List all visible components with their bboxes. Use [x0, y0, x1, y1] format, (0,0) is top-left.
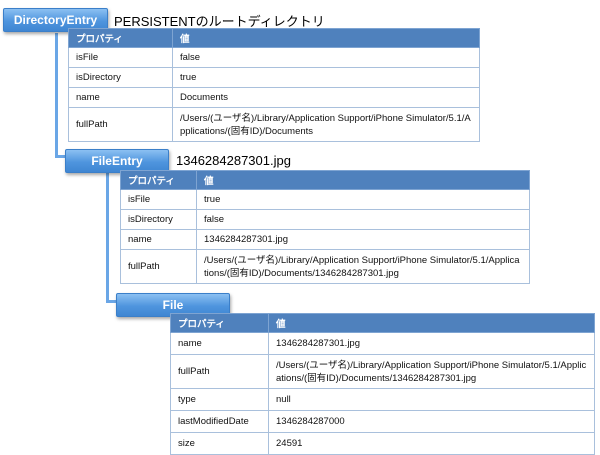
table-row: isFile true	[120, 189, 530, 210]
column-header-property: プロパティ	[68, 28, 173, 48]
column-header-value: 値	[172, 28, 480, 48]
property-value: true	[196, 189, 530, 210]
property-name: isFile	[68, 47, 173, 68]
property-name: type	[170, 388, 269, 411]
table-row: name 1346284287301.jpg	[120, 229, 530, 250]
property-value: 1346284287301.jpg	[268, 332, 595, 355]
property-name: size	[170, 432, 269, 455]
property-name: fullPath	[68, 107, 173, 142]
property-name: isFile	[120, 189, 197, 210]
connector-file-entry-to-file	[106, 171, 109, 303]
connector-directory-to-file-entry	[55, 33, 58, 158]
column-header-property: プロパティ	[120, 170, 197, 190]
column-header-value: 値	[196, 170, 530, 190]
table-row: isDirectory true	[68, 67, 480, 88]
column-header-property: プロパティ	[170, 313, 269, 333]
file-entry-table: プロパティ 値 isFile true isDirectory false na…	[120, 170, 530, 284]
property-name: name	[120, 229, 197, 250]
property-name: name	[68, 87, 173, 108]
property-value: 24591	[268, 432, 595, 455]
table-row: type null	[170, 388, 595, 411]
property-value: 1346284287301.jpg	[196, 229, 530, 250]
property-value: /Users/(ユーザ名)/Library/Application Suppor…	[172, 107, 480, 142]
table-row: isFile false	[68, 47, 480, 68]
property-value: Documents	[172, 87, 480, 108]
property-value: false	[196, 209, 530, 230]
file-entry-heading: 1346284287301.jpg	[176, 153, 291, 168]
property-value: /Users/(ユーザ名)/Library/Application Suppor…	[196, 249, 530, 284]
table-row: fullPath /Users/(ユーザ名)/Library/Applicati…	[120, 249, 530, 284]
directory-entry-table: プロパティ 値 isFile false isDirectory true na…	[68, 28, 480, 142]
file-table: プロパティ 値 name 1346284287301.jpg fullPath …	[170, 313, 595, 455]
column-header-value: 値	[268, 313, 595, 333]
property-name: name	[170, 332, 269, 355]
table-row: fullPath /Users/(ユーザ名)/Library/Applicati…	[68, 107, 480, 142]
property-value: false	[172, 47, 480, 68]
property-value: /Users/(ユーザ名)/Library/Application Suppor…	[268, 354, 595, 389]
property-value: true	[172, 67, 480, 88]
table-row: isDirectory false	[120, 209, 530, 230]
table-header-row: プロパティ 値	[170, 313, 595, 333]
property-name: fullPath	[170, 354, 269, 389]
property-name: isDirectory	[68, 67, 173, 88]
table-header-row: プロパティ 値	[120, 170, 530, 190]
table-row: name Documents	[68, 87, 480, 108]
table-row: name 1346284287301.jpg	[170, 332, 595, 355]
property-name: isDirectory	[120, 209, 197, 230]
table-row: lastModifiedDate 1346284287000	[170, 410, 595, 433]
property-value: 1346284287000	[268, 410, 595, 433]
table-row: fullPath /Users/(ユーザ名)/Library/Applicati…	[170, 354, 595, 389]
property-name: lastModifiedDate	[170, 410, 269, 433]
table-header-row: プロパティ 値	[68, 28, 480, 48]
table-row: size 24591	[170, 432, 595, 455]
property-value: null	[268, 388, 595, 411]
property-name: fullPath	[120, 249, 197, 284]
